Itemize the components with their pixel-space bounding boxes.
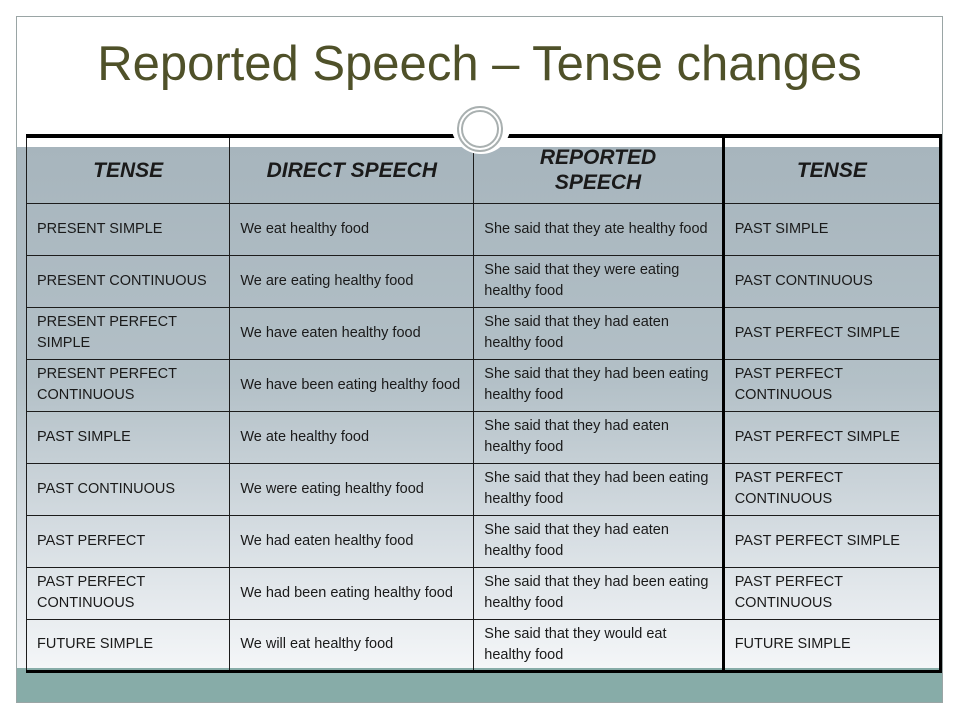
table-row: PAST CONTINUOUS We were eating healthy fo… — [25, 462, 943, 516]
header-direct-speech: DIRECT SPEECH — [229, 135, 475, 204]
cell-reported-speech: She said that they would eat healthy foo… — [473, 618, 724, 673]
cell-reported-speech: She said that they had eaten healthy foo… — [473, 306, 724, 360]
cell-tense: PAST SIMPLE — [25, 410, 231, 464]
table-row: PRESENT PERFECT SIMPLE We have eaten heal… — [25, 306, 943, 360]
cell-reported-speech: She said that they had been eating healt… — [473, 566, 724, 620]
cell-reported-speech: She said that they were eating healthy f… — [473, 254, 724, 308]
header-result-tense: TENSE — [721, 135, 943, 204]
table-row: PRESENT SIMPLE We eat healthy food She sai… — [25, 202, 943, 256]
header-reported-speech: REPORTED SPEECH — [473, 135, 724, 204]
table-row: PRESENT PERFECT CONTINUOUS We have been e… — [25, 358, 943, 412]
cell-result-tense: FUTURE SIMPLE — [721, 618, 943, 673]
cell-result-tense: PAST PERFECT SIMPLE — [721, 514, 943, 568]
cell-direct-speech: We have eaten healthy food — [229, 306, 475, 360]
cell-reported-speech: She said that they had eaten healthy foo… — [473, 410, 724, 464]
cell-result-tense: PAST PERFECT CONTINUOUS — [721, 566, 943, 620]
cell-tense: FUTURE SIMPLE — [25, 618, 231, 673]
cell-result-tense: PAST SIMPLE — [721, 202, 943, 256]
cell-direct-speech: We eat healthy food — [229, 202, 475, 256]
cell-tense: PAST PERFECT — [25, 514, 231, 568]
table-row: PAST SIMPLE We ate healthy food She said t… — [25, 410, 943, 464]
slide-title: Reported Speech – Tense changes — [97, 37, 862, 91]
cell-direct-speech: We will eat healthy food — [229, 618, 475, 673]
header-reported-speech-label: REPORTED SPEECH — [539, 146, 657, 195]
table-row: FUTURE SIMPLE We will eat healthy food She… — [25, 618, 943, 673]
table-row: PAST PERFECT We had eaten healthy food She… — [25, 514, 943, 568]
table-row: PAST PERFECT CONTINUOUS We had been eatin… — [25, 566, 943, 620]
cell-reported-speech: She said that they had been eating healt… — [473, 358, 724, 412]
cell-tense: PRESENT SIMPLE — [25, 202, 231, 256]
cell-result-tense: PAST CONTINUOUS — [721, 254, 943, 308]
cell-direct-speech: We had eaten healthy food — [229, 514, 475, 568]
cell-direct-speech: We were eating healthy food — [229, 462, 475, 516]
cell-direct-speech: We have been eating healthy food — [229, 358, 475, 412]
cell-result-tense: PAST PERFECT SIMPLE — [721, 306, 943, 360]
cell-result-tense: PAST PERFECT CONTINUOUS — [721, 358, 943, 412]
cell-direct-speech: We are eating healthy food — [229, 254, 475, 308]
cell-tense: PAST CONTINUOUS — [25, 462, 231, 516]
header-tense: TENSE — [25, 135, 231, 204]
cell-tense: PRESENT CONTINUOUS — [25, 254, 231, 308]
cell-reported-speech: She said that they had been eating healt… — [473, 462, 724, 516]
cell-result-tense: PAST PERFECT CONTINUOUS — [721, 462, 943, 516]
cell-result-tense: PAST PERFECT SIMPLE — [721, 410, 943, 464]
cell-direct-speech: We had been eating healthy food — [229, 566, 475, 620]
cell-tense: PRESENT PERFECT SIMPLE — [25, 306, 231, 360]
cell-tense: PAST PERFECT CONTINUOUS — [25, 566, 231, 620]
cell-direct-speech: We ate healthy food — [229, 410, 475, 464]
cell-reported-speech: She said that they had eaten healthy foo… — [473, 514, 724, 568]
table-body: PRESENT SIMPLE We eat healthy food She sai… — [25, 202, 943, 673]
cell-tense: PRESENT PERFECT CONTINUOUS — [25, 358, 231, 412]
table-row: PRESENT CONTINUOUS We are eating healthy … — [25, 254, 943, 308]
cell-reported-speech: She said that they ate healthy food — [473, 202, 724, 256]
double-ring-icon-inner — [461, 110, 499, 148]
tense-changes-table: TENSE DIRECT SPEECH REPORTED SPEECH TENS… — [25, 134, 943, 673]
footer-band — [17, 668, 942, 702]
